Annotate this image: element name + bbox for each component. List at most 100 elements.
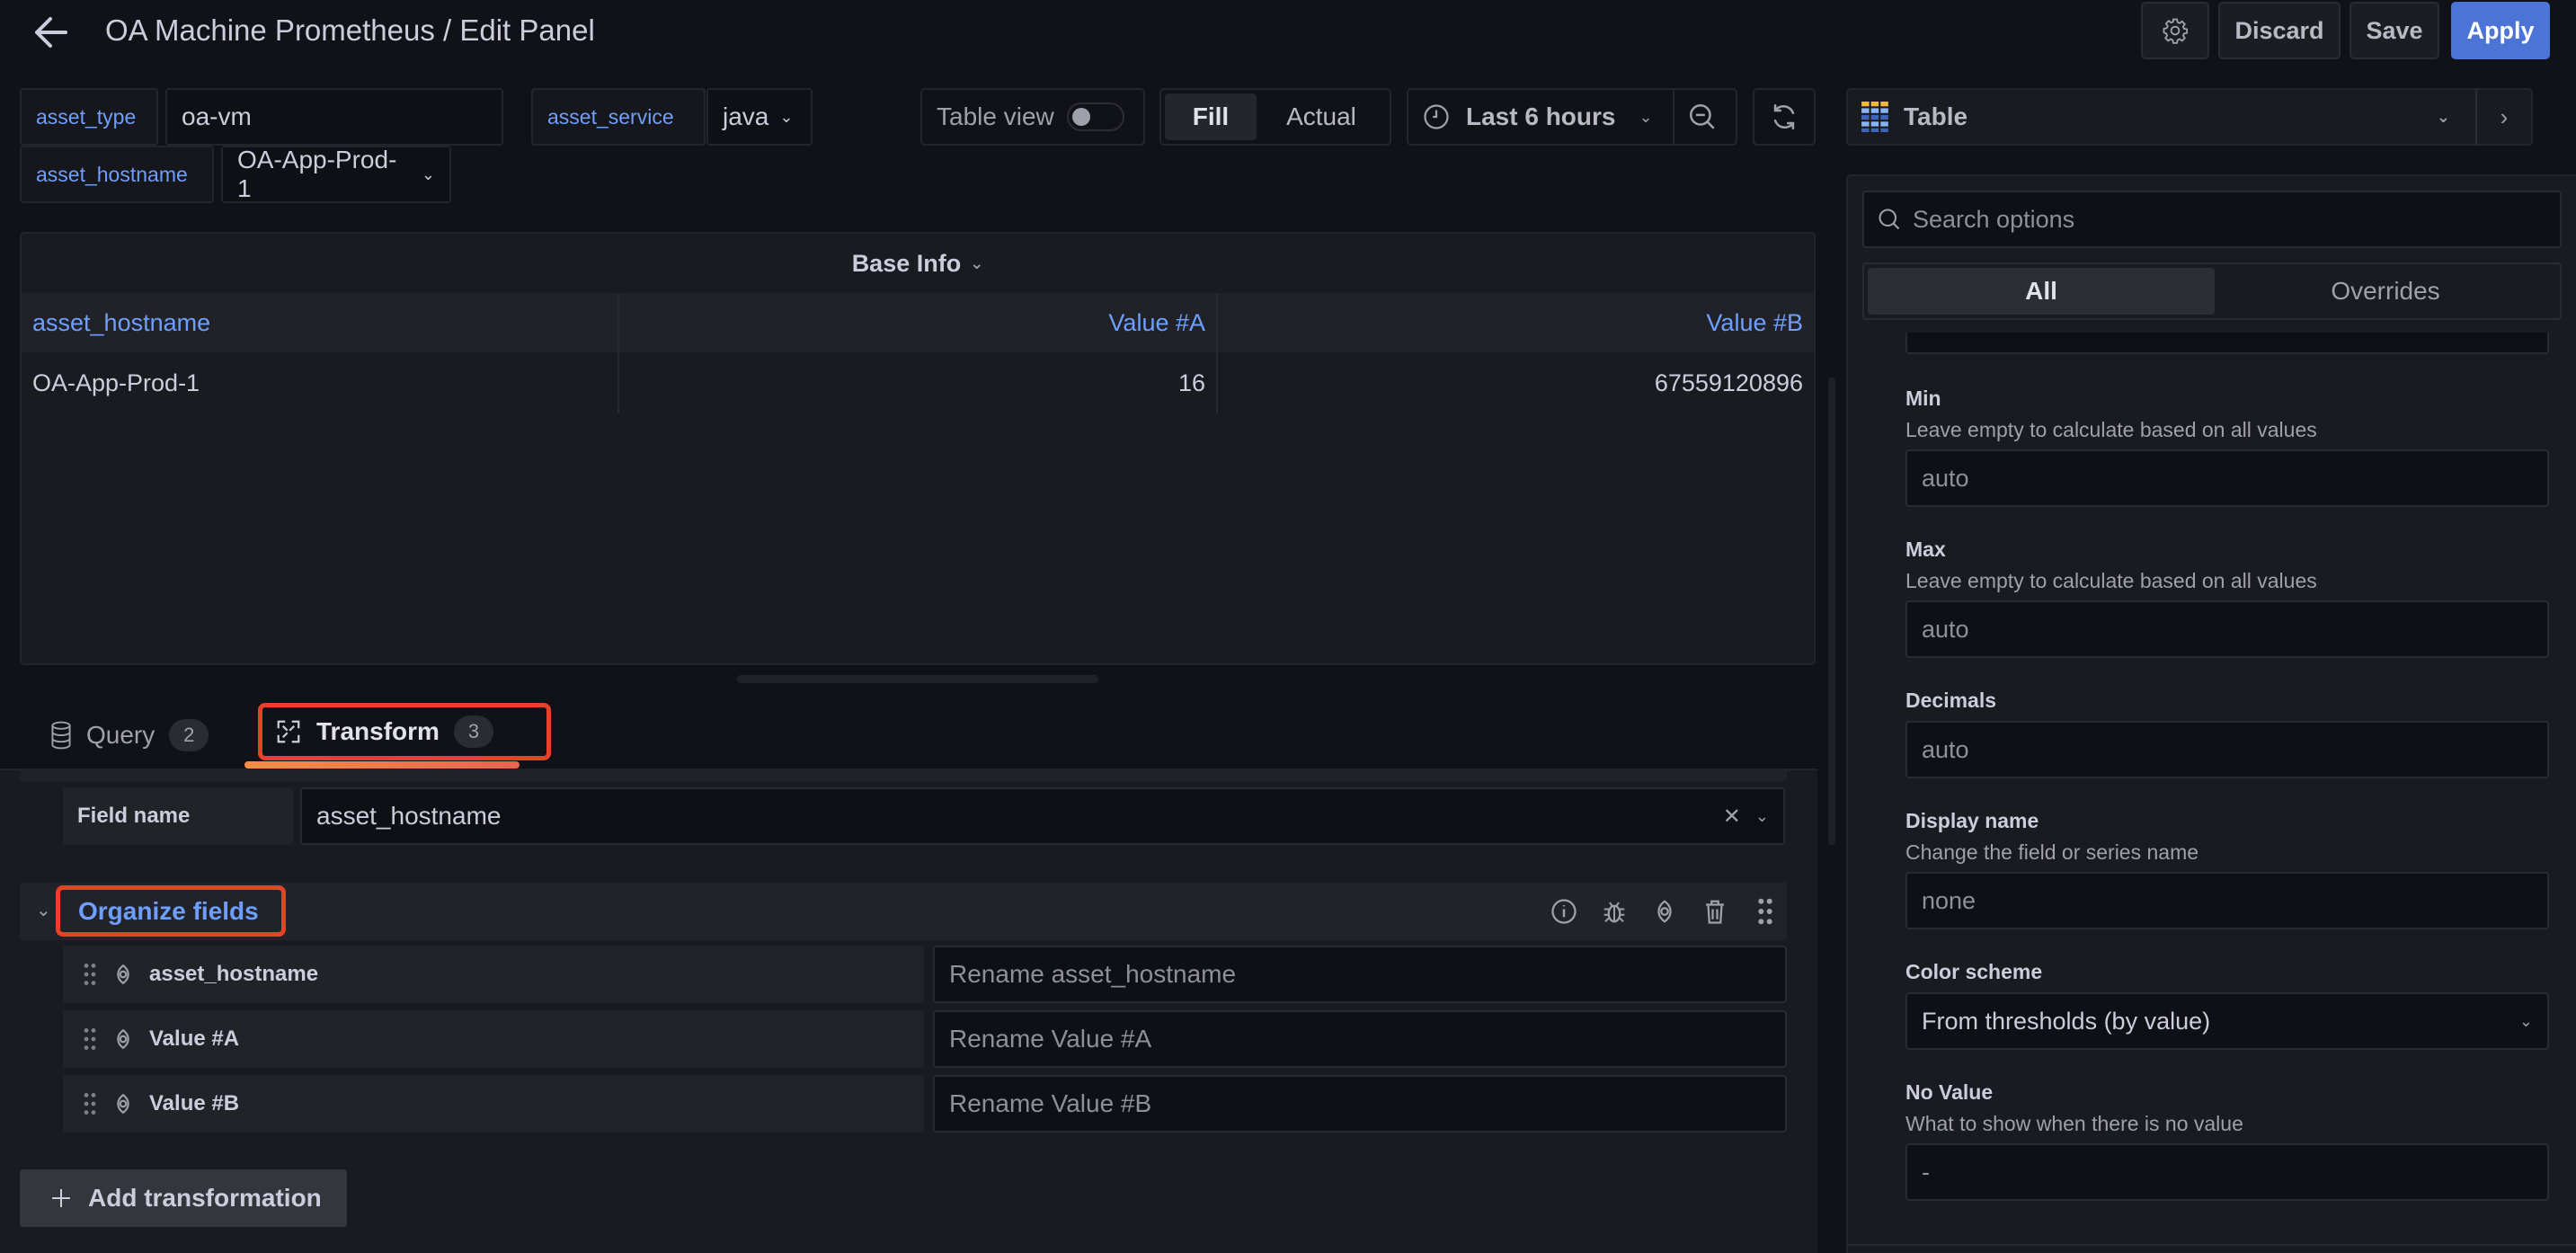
table-viz-icon: [1861, 102, 1891, 132]
chevron-down-icon: ⌄: [2518, 1011, 2533, 1030]
min-input[interactable]: auto: [1905, 449, 2549, 507]
asset-hostname-value: OA-App-Prod-1: [237, 146, 397, 202]
arrow-left-icon: [32, 16, 68, 49]
transform-count-badge: 3: [453, 715, 493, 748]
display-name-description: Change the field or series name: [1905, 840, 2199, 864]
page-title: OA Machine Prometheus / Edit Panel: [105, 13, 595, 47]
active-tab-indicator: [244, 761, 520, 769]
discard-button[interactable]: Discard: [2218, 2, 2341, 59]
gear-icon: [2162, 17, 2189, 44]
field-name-select[interactable]: asset_hostname ✕ ⌄: [300, 787, 1785, 845]
asset-hostname-dropdown[interactable]: OA-App-Prod-1 ⌄: [221, 146, 451, 203]
asset-type-input[interactable]: oa-vm: [165, 88, 503, 146]
drag-handle-icon[interactable]: [83, 962, 97, 987]
color-scheme-select[interactable]: From thresholds (by value) ⌄: [1905, 992, 2549, 1050]
organize-field-row[interactable]: asset_hostname: [63, 946, 924, 1003]
variable-label-asset-service: asset_service: [531, 88, 706, 146]
rename-field-input[interactable]: Rename asset_hostname: [933, 946, 1787, 1003]
organize-field-row[interactable]: Value #B: [63, 1075, 924, 1133]
decimals-input[interactable]: auto: [1905, 721, 2549, 778]
option-input-partial[interactable]: [1905, 333, 2549, 354]
min-description: Leave empty to calculate based on all va…: [1905, 418, 2317, 441]
table-view-switch[interactable]: [1066, 102, 1124, 131]
column-header-asset-hostname[interactable]: asset_hostname: [22, 293, 619, 352]
panel-settings-button[interactable]: [2141, 2, 2209, 59]
field-name-value: asset_hostname: [316, 802, 502, 830]
drag-handle-icon[interactable]: [83, 1026, 97, 1052]
display-name-input[interactable]: none: [1905, 872, 2549, 929]
max-placeholder: auto: [1922, 615, 1969, 643]
color-scheme-label: Color scheme: [1905, 960, 2043, 983]
add-transformation-button[interactable]: Add transformation: [20, 1169, 347, 1227]
no-value-input[interactable]: -: [1905, 1143, 2549, 1201]
eye-icon[interactable]: [111, 1027, 135, 1051]
transformation-actions: [1548, 893, 1781, 929]
min-label: Min: [1905, 387, 1941, 410]
max-input[interactable]: auto: [1905, 600, 2549, 658]
chevron-down-icon: ⌄: [2436, 107, 2450, 126]
tab-query[interactable]: Query 2: [50, 710, 209, 760]
organize-fields-title: Organize fields: [56, 885, 286, 937]
transform-icon: [275, 718, 302, 745]
chevron-down-icon: ⌄: [421, 164, 435, 183]
refresh-button[interactable]: [1753, 88, 1816, 146]
fill-button[interactable]: Fill: [1165, 93, 1257, 140]
save-button[interactable]: Save: [2349, 2, 2439, 59]
drag-handle-icon[interactable]: [83, 1091, 97, 1116]
time-range-label: Last 6 hours: [1466, 102, 1616, 130]
clear-icon[interactable]: ✕: [1723, 804, 1741, 830]
variable-label-asset-type: asset_type: [20, 88, 158, 146]
tab-query-label: Query: [86, 721, 155, 749]
collapse-options-button[interactable]: ›: [2475, 88, 2533, 146]
drag-handle-icon[interactable]: [1749, 895, 1781, 928]
asset-type-value: oa-vm: [182, 102, 252, 130]
visualization-picker[interactable]: Table ⌄: [1846, 88, 2533, 146]
chevron-down-icon: ⌄: [1639, 107, 1653, 126]
field-name: Value #A: [149, 1026, 240, 1051]
field-name: asset_hostname: [149, 962, 319, 986]
eye-icon[interactable]: [111, 1092, 135, 1115]
variable-label-asset-hostname: asset_hostname: [20, 146, 214, 203]
eye-icon[interactable]: [111, 963, 135, 986]
field-name-label: Field name: [63, 787, 293, 845]
search-icon: [1877, 207, 1902, 232]
rename-field-input[interactable]: Rename Value #A: [933, 1010, 1787, 1068]
add-transformation-label: Add transformation: [88, 1184, 322, 1212]
organize-field-row[interactable]: Value #A: [63, 1010, 924, 1068]
tab-transform[interactable]: Transform 3: [258, 703, 551, 760]
column-header-value-a[interactable]: Value #A: [619, 293, 1218, 352]
collapse-chevron-icon[interactable]: ⌄: [36, 899, 51, 921]
tab-all[interactable]: All: [1868, 268, 2215, 315]
asset-service-value: java: [723, 102, 769, 130]
apply-button[interactable]: Apply: [2451, 2, 2550, 59]
panel-title-menu[interactable]: Base Info ⌄: [22, 234, 1814, 293]
display-name-placeholder: none: [1922, 886, 1976, 914]
back-button[interactable]: [27, 9, 74, 56]
column-header-value-b[interactable]: Value #B: [1218, 293, 1814, 352]
rename-field-input[interactable]: Rename Value #B: [933, 1075, 1787, 1133]
table-view-toggle[interactable]: Table view: [920, 88, 1145, 146]
chevron-down-icon: ⌄: [970, 253, 984, 272]
eye-icon[interactable]: [1648, 895, 1681, 928]
trash-icon[interactable]: [1699, 895, 1731, 928]
color-scheme-value: From thresholds (by value): [1922, 1007, 2211, 1035]
bug-icon[interactable]: [1598, 895, 1630, 928]
no-value-description: What to show when there is no value: [1905, 1112, 2243, 1135]
time-picker[interactable]: Last 6 hours ⌄: [1407, 88, 1737, 146]
info-icon[interactable]: [1548, 895, 1580, 928]
actual-button[interactable]: Actual: [1257, 93, 1386, 140]
decimals-placeholder: auto: [1922, 735, 1969, 763]
asset-service-dropdown[interactable]: java ⌄: [706, 88, 813, 146]
tab-overrides[interactable]: Overrides: [2215, 268, 2556, 315]
table-header-row: asset_hostname Value #A Value #B: [22, 293, 1814, 352]
zoom-out-icon[interactable]: [1687, 102, 1718, 132]
min-placeholder: auto: [1922, 464, 1969, 492]
search-options-input[interactable]: Search options: [1862, 191, 2562, 248]
chevron-right-icon: ›: [2500, 102, 2509, 130]
tab-transform-label: Transform: [316, 717, 440, 745]
refresh-icon: [1769, 102, 1799, 132]
plus-icon: [50, 1187, 72, 1209]
pane-resize-handle[interactable]: [737, 675, 1098, 683]
scrollbar[interactable]: [1828, 378, 1835, 845]
panel-title: Base Info: [851, 249, 962, 277]
